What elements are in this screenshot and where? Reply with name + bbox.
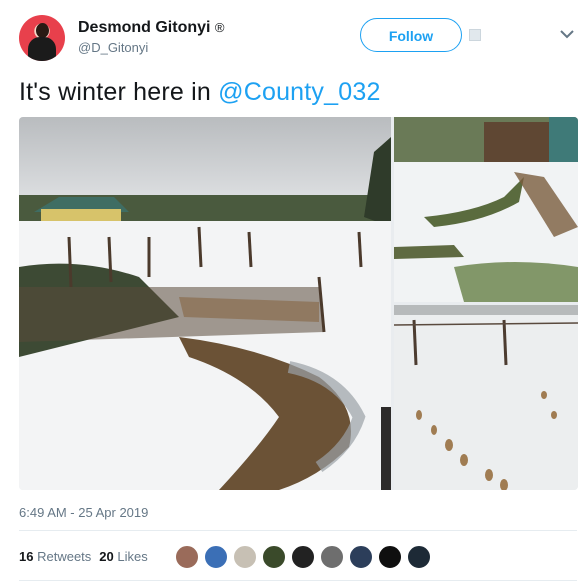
media-grid	[19, 117, 578, 490]
divider	[19, 580, 577, 581]
avatar[interactable]	[19, 15, 65, 61]
tweet-text: It's winter here in @County_032	[19, 76, 381, 108]
photo-1[interactable]	[19, 117, 391, 490]
registered-mark: ®	[214, 20, 225, 35]
chevron-down-icon[interactable]	[559, 27, 575, 41]
photo-3[interactable]	[394, 305, 578, 490]
retweets-stat[interactable]: 16 Retweets	[19, 549, 91, 564]
avatar-head	[36, 23, 49, 38]
likes-stat[interactable]: 20 Likes	[99, 549, 147, 564]
liker-avatar[interactable]	[233, 545, 257, 569]
divider	[19, 530, 577, 531]
liker-avatar[interactable]	[378, 545, 402, 569]
likes-label: Likes	[117, 549, 148, 564]
display-name[interactable]: Desmond Gitonyi ®	[78, 18, 225, 37]
liker-avatar[interactable]	[204, 545, 228, 569]
display-name-text[interactable]: Desmond Gitonyi	[78, 19, 210, 36]
user-names: Desmond Gitonyi ® @D_Gitonyi	[78, 18, 225, 55]
liker-avatar[interactable]	[320, 545, 344, 569]
liker-avatar[interactable]	[407, 545, 431, 569]
liker-avatar[interactable]	[291, 545, 315, 569]
tweet-body: It's winter here in	[19, 78, 219, 106]
liker-avatar[interactable]	[262, 545, 286, 569]
likes-count: 20	[99, 549, 114, 564]
tweet-stats: 16 Retweets 20 Likes	[19, 549, 148, 564]
retweets-label: Retweets	[37, 549, 92, 564]
mention-link[interactable]: @County_032	[218, 78, 380, 106]
photo-2[interactable]	[394, 117, 578, 302]
follow-button[interactable]: Follow	[360, 18, 462, 52]
photo-1-image	[19, 117, 391, 490]
user-handle[interactable]: @D_Gitonyi	[78, 40, 225, 55]
photo-3-image	[394, 305, 578, 490]
avatar-body	[28, 37, 56, 61]
liker-avatar[interactable]	[175, 545, 199, 569]
tweet-header: Desmond Gitonyi ® @D_Gitonyi Follow	[19, 15, 583, 61]
photo-2-image	[394, 117, 578, 302]
retweets-count: 16	[19, 549, 34, 564]
tweet-timestamp[interactable]: 6:49 AM - 25 Apr 2019	[19, 505, 148, 520]
liker-avatar[interactable]	[349, 545, 373, 569]
badge-icon	[469, 29, 481, 41]
